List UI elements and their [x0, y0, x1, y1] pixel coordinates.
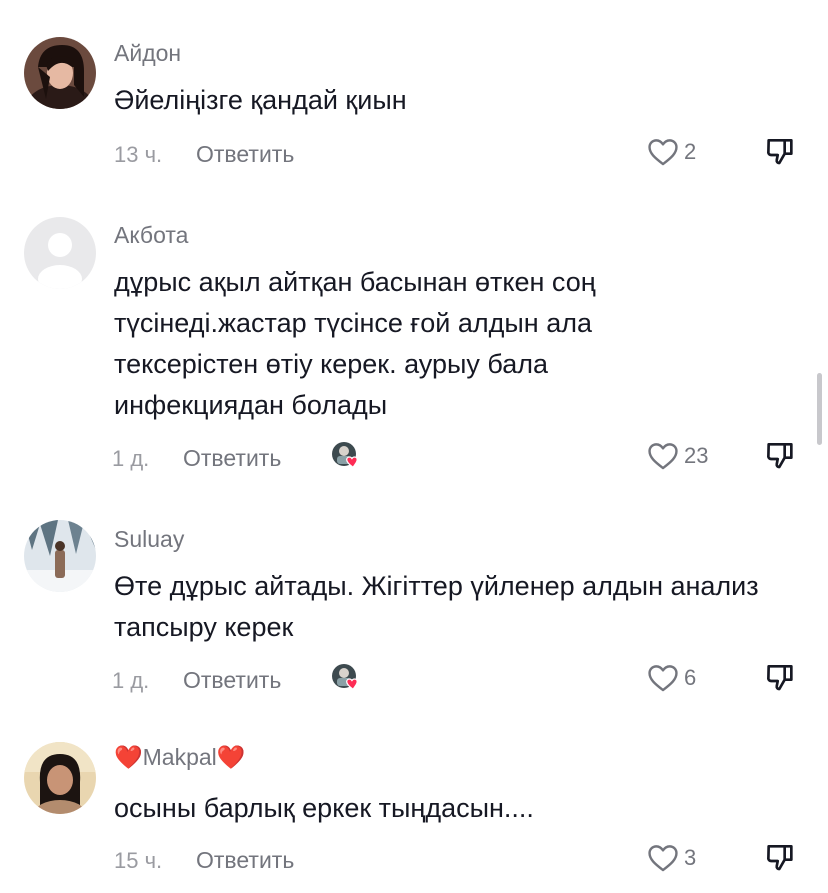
comment-text: осыны барлық еркек тыңдасын.... [114, 793, 534, 823]
like-button[interactable]: 3 [646, 840, 696, 876]
comment-text: Әйеліңізге қандай қиын [114, 85, 407, 115]
dislike-icon[interactable] [764, 841, 796, 873]
like-count: 6 [684, 665, 697, 690]
comment-username[interactable]: ❤️Makpal❤️ [114, 744, 245, 771]
comment-username[interactable]: Акбота [114, 222, 188, 249]
reply-button[interactable]: Ответить [183, 445, 281, 472]
comment-time: 13 ч. [114, 142, 163, 167]
creator-liked-icon [332, 664, 358, 691]
comment-time: 1 д. [112, 446, 150, 471]
comment-username[interactable]: Suluay [114, 526, 184, 553]
avatar[interactable] [24, 37, 96, 109]
comment-text: Өте дұрыс айтады. Жігіттер үйленер алдын… [114, 571, 759, 642]
heart-icon [648, 139, 678, 166]
comment-actions: 13 ч. Ответить 2 [0, 134, 828, 174]
dislike-icon[interactable] [764, 135, 796, 167]
comment-text: дұрыс ақыл айтқан басынан өткен соң түсі… [114, 267, 596, 420]
like-count: 23 [684, 443, 709, 468]
avatar[interactable] [24, 217, 96, 289]
dislike-icon[interactable] [764, 661, 796, 693]
comment-actions: 1 д. Ответить 23 [0, 438, 828, 478]
comment-time: 1 д. [112, 668, 150, 693]
avatar[interactable] [24, 520, 96, 592]
like-button[interactable]: 6 [646, 660, 696, 696]
like-count: 3 [684, 845, 697, 870]
reply-button[interactable]: Ответить [183, 667, 281, 694]
comment-time: 15 ч. [114, 848, 163, 873]
comment-actions: 1 д. Ответить 6 [0, 660, 828, 700]
heart-icon [648, 665, 678, 692]
reply-button[interactable]: Ответить [196, 847, 294, 874]
like-button[interactable]: 2 [646, 134, 696, 170]
comment-username[interactable]: Айдон [114, 40, 181, 67]
like-count: 2 [684, 139, 697, 164]
comment-actions: 15 ч. Ответить 3 [0, 840, 828, 880]
heart-icon [648, 845, 678, 872]
creator-liked-icon [332, 442, 358, 469]
dislike-icon[interactable] [764, 439, 796, 471]
heart-icon [648, 443, 678, 470]
like-button[interactable]: 23 [646, 438, 708, 474]
scrollbar[interactable] [817, 373, 822, 445]
reply-button[interactable]: Ответить [196, 141, 294, 168]
avatar[interactable] [24, 742, 96, 814]
